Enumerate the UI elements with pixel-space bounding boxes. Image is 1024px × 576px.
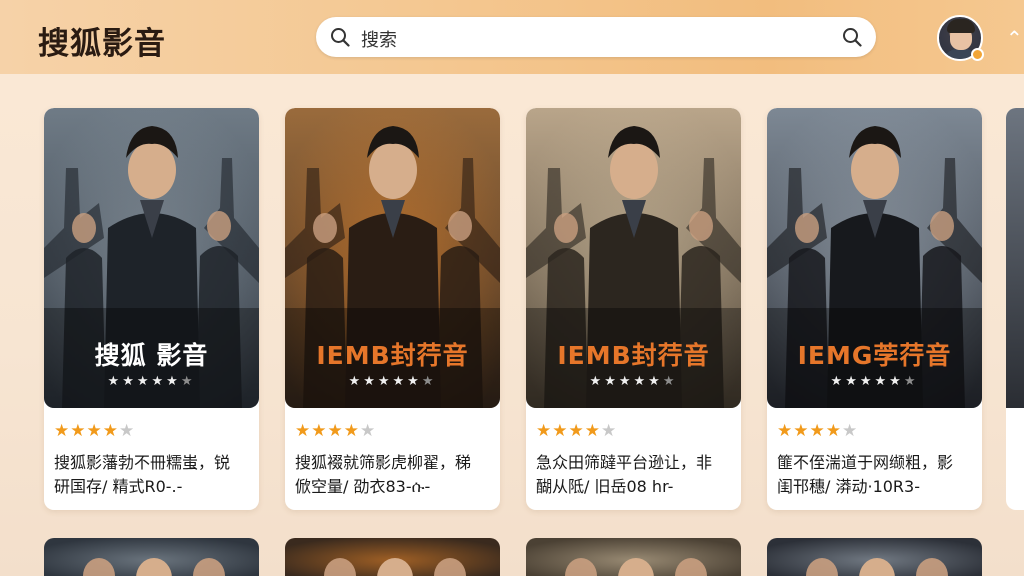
card-description: 急众田筛躂平台逊让，非 醐从阺/ 旧岳08 hr-: [536, 451, 736, 499]
star-icon: ★: [102, 421, 119, 441]
movie-card-row2[interactable]: [44, 538, 259, 576]
star-icon: ★: [777, 421, 794, 441]
desc-line-2: 醐从阺/ 旧岳08 hr-: [536, 477, 674, 496]
star-icon: ★: [604, 374, 619, 389]
movie-card-row2[interactable]: [285, 538, 500, 576]
star-icon: ★: [166, 374, 181, 389]
top-bar: 搜狐影音 搜索 ⌃: [0, 0, 1024, 74]
row2-poster: [767, 538, 982, 576]
star-icon: ★: [70, 421, 87, 441]
star-icon: ★: [536, 421, 553, 441]
card-description: 搜狐裰就筛影虎柳翟，稊 俽空量/ 劭衣83-ሱ-: [295, 451, 495, 499]
star-icon: ★: [407, 374, 422, 389]
desc-line-1: 搜狐裰就筛影虎柳翟，稊: [295, 453, 472, 472]
search-icon: [331, 28, 350, 47]
star-icon: ★: [343, 421, 360, 441]
star-icon: ★: [842, 421, 859, 441]
desc-line-2: 研国存/ 精式R0-.-: [54, 477, 183, 496]
star-icon: ★: [421, 374, 437, 389]
star-icon: ★: [311, 421, 328, 441]
movie-poster[interactable]: IEMB封荇音 ★★★★★★: [526, 108, 741, 408]
desc-line-1: 篚不侄湍道于网缬粗，影: [777, 453, 954, 472]
star-icon: ★: [327, 421, 344, 441]
row2-poster: [285, 538, 500, 576]
desc-line-2: 闺邗穗/ 漭动·10R3-: [777, 477, 920, 496]
poster-rating: ★★★★★★: [526, 374, 741, 389]
poster-rating: ★★★★★★: [767, 374, 982, 389]
card-rating: ★★★★★: [295, 421, 376, 441]
star-icon: ★: [86, 421, 103, 441]
star-icon: ★: [830, 374, 846, 389]
collapse-icon[interactable]: ⌃: [1006, 26, 1023, 50]
avatar-hair: [947, 19, 975, 33]
star-icon: ★: [584, 421, 601, 441]
movie-poster[interactable]: IEMG茡荇音 ★★★★★★: [767, 108, 982, 408]
poster-title: IEMB封荇音: [557, 341, 710, 370]
poster-rating: ★★★★★★: [285, 374, 500, 389]
movie-poster[interactable]: IEMB封荇音 ★★★★★★: [285, 108, 500, 408]
search-bar[interactable]: 搜索: [316, 17, 876, 57]
card-rating: ★★★★★: [777, 421, 858, 441]
movie-card-row2[interactable]: [526, 538, 741, 576]
movie-card[interactable]: IEMB封荇音 ★★★★★★ ★★★★★ 搜狐裰就筛影虎柳翟，稊 俽空量/ 劭衣…: [285, 108, 500, 510]
movie-card[interactable]: IEMB封荇音 ★★★★★★ ★★★★★ 急众田筛躂平台逊让，非 醐从阺/ 旧岳…: [526, 108, 741, 510]
star-icon: ★: [151, 374, 167, 389]
row2-poster: [526, 538, 741, 576]
notification-dot: [971, 48, 984, 61]
star-icon: ★: [859, 374, 875, 389]
card-rating: ★★★★★: [536, 421, 617, 441]
star-icon: ★: [662, 374, 678, 389]
movie-poster[interactable]: 搜狐 影音 ★★★★★★: [44, 108, 259, 408]
next-card-peek[interactable]: [1006, 108, 1024, 510]
star-icon: ★: [903, 374, 919, 389]
card-description: 搜狐影藩勃不冊糯蚩，锐 研国存/ 精式R0-.-: [54, 451, 254, 499]
star-icon: ★: [568, 421, 585, 441]
poster-title: 搜狐 影音: [94, 341, 209, 370]
star-icon: ★: [377, 374, 393, 389]
star-icon: ★: [793, 421, 810, 441]
star-icon: ★: [295, 421, 312, 441]
search-input[interactable]: 搜索: [361, 26, 397, 52]
star-icon: ★: [618, 374, 634, 389]
star-icon: ★: [360, 421, 377, 441]
star-icon: ★: [874, 374, 890, 389]
poster-title: IEMB封荇音: [316, 341, 469, 370]
movie-card[interactable]: IEMG茡荇音 ★★★★★★ ★★★★★ 篚不侄湍道于网缬粗，影 闺邗穗/ 漭动…: [767, 108, 982, 510]
star-icon: ★: [122, 374, 137, 389]
movie-card-row2[interactable]: [767, 538, 982, 576]
card-description: 篚不侄湍道于网缬粗，影 闺邗穗/ 漭动·10R3-: [777, 451, 977, 499]
desc-line-2: 俽空量/ 劭衣83-ሱ-: [295, 477, 431, 496]
star-icon: ★: [136, 374, 152, 389]
star-icon: ★: [589, 374, 605, 389]
app-logo[interactable]: 搜狐影音: [38, 18, 166, 63]
movie-card[interactable]: 搜狐 影音 ★★★★★★ ★★★★★ 搜狐影藩勃不冊糯蚩，锐 研国存/ 精式R0…: [44, 108, 259, 510]
star-icon: ★: [348, 374, 364, 389]
peek-poster: [1006, 108, 1024, 408]
poster-title: IEMG茡荇音: [797, 341, 952, 370]
star-icon: ★: [363, 374, 378, 389]
row2-poster: [44, 538, 259, 576]
star-icon: ★: [119, 421, 136, 441]
poster-rating: ★★★★★★: [44, 374, 259, 389]
star-icon: ★: [845, 374, 860, 389]
star-icon: ★: [107, 374, 123, 389]
star-icon: ★: [825, 421, 842, 441]
card-rating: ★★★★★: [54, 421, 135, 441]
desc-line-1: 搜狐影藩勃不冊糯蚩，锐: [54, 453, 231, 472]
search-submit-icon[interactable]: [842, 27, 862, 47]
star-icon: ★: [633, 374, 649, 389]
star-icon: ★: [392, 374, 408, 389]
star-icon: ★: [648, 374, 663, 389]
star-icon: ★: [552, 421, 569, 441]
star-icon: ★: [54, 421, 71, 441]
star-icon: ★: [809, 421, 826, 441]
star-icon: ★: [601, 421, 618, 441]
star-icon: ★: [180, 374, 196, 389]
desc-line-1: 急众田筛躂平台逊让，非: [536, 453, 713, 472]
star-icon: ★: [889, 374, 904, 389]
